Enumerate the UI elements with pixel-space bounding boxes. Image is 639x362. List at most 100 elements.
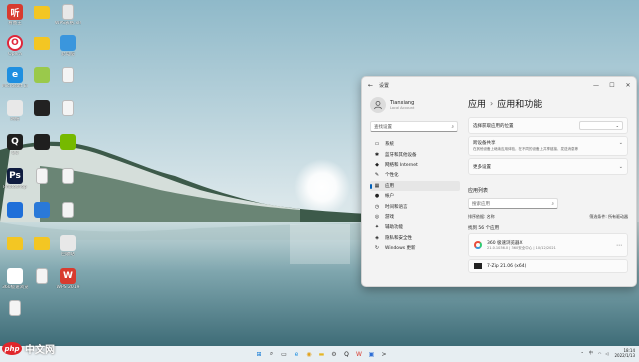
desktop-icon[interactable]: [29, 268, 55, 285]
system-icon: ▭: [374, 141, 380, 148]
share-across-devices-card[interactable]: 跨设备共享 ⌄ 在其他设备上继续应用体验，在不同的设备上共享链接、发送消息等: [468, 136, 628, 156]
windows-start-icon[interactable]: ⊞: [254, 349, 264, 359]
settings-icon[interactable]: ⚙: [329, 349, 339, 359]
sidebar-item[interactable]: ▦ 应用: [370, 180, 460, 191]
app-name: 7-Zip 21.06 (x64): [487, 263, 527, 269]
desktop-icon[interactable]: 此电脑: [55, 35, 81, 57]
sidebar-item-label: 时间和语言: [385, 204, 408, 210]
qq-icon[interactable]: Q: [342, 349, 352, 359]
sidebar-item[interactable]: ✦ 辅助功能: [370, 222, 460, 232]
breadcrumb-parent[interactable]: 应用: [468, 97, 486, 110]
app-source-dropdown[interactable]: ⌄: [579, 121, 623, 130]
more-settings-card[interactable]: 更多设置 ⌄: [468, 158, 628, 175]
sidebar-item[interactable]: ▭ 系统: [370, 139, 460, 149]
desktop-icon[interactable]: [2, 235, 28, 251]
360-browser-icon: [7, 268, 23, 284]
sidebar-item-label: 系统: [385, 142, 394, 148]
desktop-icon[interactable]: [29, 100, 55, 117]
desktop-icon[interactable]: 360极速浏览器: [2, 268, 28, 290]
folder-icon: [7, 237, 23, 250]
desktop-icon[interactable]: [29, 67, 55, 84]
scope-filter[interactable]: 筛选条件: 所有驱动器: [589, 214, 628, 220]
desktop-icon[interactable]: W WPS 2019: [55, 268, 81, 290]
app-search-placeholder: 搜索应用: [472, 201, 490, 207]
breadcrumb-separator: ›: [490, 99, 494, 108]
settings-window: ← 设置 — ☐ ✕ Tianxiang Local Account 查找设置 …: [361, 76, 637, 287]
bluetooth-icon: ✱: [374, 151, 380, 158]
back-arrow-icon[interactable]: ←: [368, 82, 373, 89]
title-bar: ← 设置 — ☐ ✕: [362, 77, 636, 93]
qq-icon: Q: [7, 134, 23, 150]
document-icon: [62, 202, 74, 218]
gaming-icon: ◎: [374, 213, 380, 220]
sidebar-item[interactable]: ↻ Windows 更新: [370, 243, 460, 253]
edge-icon[interactable]: e: [292, 349, 302, 359]
desktop-icon-label: 回收站: [61, 252, 75, 257]
desktop-icon[interactable]: 网络: [2, 100, 28, 122]
chrome-icon[interactable]: ◉: [304, 349, 314, 359]
minimize-button[interactable]: —: [588, 77, 604, 93]
close-button[interactable]: ✕: [620, 77, 636, 93]
sort-filter[interactable]: 排序依据: 名称: [468, 214, 495, 220]
wps-icon[interactable]: W: [354, 349, 364, 359]
folder-icon: [34, 37, 50, 50]
desktop-icon[interactable]: [29, 202, 55, 219]
watermark: php 中文网: [2, 341, 55, 356]
desktop-icon[interactable]: [55, 168, 81, 185]
desktop-icon[interactable]: [29, 168, 55, 185]
input-language[interactable]: 中: [589, 350, 593, 356]
app-source-card: 选择获取应用的位置 ⌄: [468, 117, 628, 134]
app-list-title: 应用列表: [468, 188, 489, 194]
desktop-icon[interactable]: Q QQ: [2, 134, 28, 156]
sidebar-item[interactable]: ● 帐户: [370, 191, 460, 201]
desktop-icon[interactable]: [2, 300, 28, 317]
clock[interactable]: 18:14 2022/1/13: [614, 348, 635, 358]
sidebar-item[interactable]: ✱ 蓝牙和其他设备: [370, 149, 460, 159]
sidebar-item[interactable]: ◈ 隐私和安全性: [370, 233, 460, 243]
desktop-icon[interactable]: [55, 100, 81, 117]
app-list-item[interactable]: 7-Zip 21.06 (x64): [468, 259, 628, 273]
app-icon: [34, 134, 50, 150]
sidebar-item[interactable]: ◎ 游戏: [370, 212, 460, 222]
desktop-icon[interactable]: 回收站: [55, 235, 81, 257]
desktop-icon[interactable]: [29, 4, 55, 20]
sidebar-item[interactable]: ◷ 时间和语言: [370, 201, 460, 211]
sidebar-item[interactable]: ✎ 个性化: [370, 170, 460, 180]
sidebar-item[interactable]: ◆ 网络和 Internet: [370, 160, 460, 170]
desktop-icon[interactable]: [55, 134, 81, 151]
desktop-icon[interactable]: [29, 235, 55, 251]
desktop-icon[interactable]: [55, 67, 81, 84]
terminal-icon[interactable]: >: [379, 349, 389, 359]
desktop-icon[interactable]: [29, 35, 55, 51]
desktop-icon[interactable]: O Opera: [2, 35, 28, 57]
chevron-up-icon[interactable]: ⌃: [581, 351, 584, 356]
account-icon: ●: [374, 193, 380, 200]
desktop-icon[interactable]: WPS表格.xls: [55, 4, 81, 26]
app-list-item[interactable]: 360 极速浏览器X 21.0.1036.0 | 360安全中心 | 10/12…: [468, 233, 628, 257]
more-options-icon[interactable]: ⋯: [616, 242, 622, 249]
photoshop-icon: Ps: [7, 168, 23, 184]
search-icon[interactable]: ⌕: [267, 349, 277, 359]
desktop-icon[interactable]: eMicrosoft Edge: [2, 67, 28, 89]
file-explorer-icon[interactable]: ▭: [279, 349, 289, 359]
maximize-button[interactable]: ☐: [604, 77, 620, 93]
share-subtitle: 在其他设备上继续应用体验，在不同的设备上共享链接、发送消息等: [473, 147, 578, 151]
search-placeholder: 查找设置: [374, 124, 392, 130]
folder-icon[interactable]: ▬: [317, 349, 327, 359]
app-meta: 21.0.1036.0 | 360安全中心 | 10/12/2021: [487, 245, 556, 250]
sidebar-item-label: 网络和 Internet: [385, 162, 418, 168]
desktop-icon[interactable]: [55, 202, 81, 219]
settings-search-input[interactable]: 查找设置 ⌕: [370, 121, 458, 132]
user-profile[interactable]: Tianxiang Local Account: [370, 97, 464, 113]
desktop-icon[interactable]: [2, 202, 28, 219]
taskbar-apps: ⊞ ⌕ ▭ e ◉ ▬ ⚙ Q W ▣ >: [254, 349, 392, 359]
store-icon[interactable]: ▣: [367, 349, 377, 359]
desktop-icon[interactable]: Ps Photoshop: [2, 168, 28, 190]
desktop-icon[interactable]: [29, 134, 55, 151]
desktop-icon[interactable]: 听看图王: [2, 4, 28, 26]
app-search-input[interactable]: 搜索应用 ⌕: [468, 198, 558, 209]
avatar: [370, 97, 386, 113]
volume-icon[interactable]: ◁: [605, 351, 608, 356]
date: 2022/1/13: [614, 353, 635, 358]
wifi-icon[interactable]: ◠: [598, 351, 602, 356]
